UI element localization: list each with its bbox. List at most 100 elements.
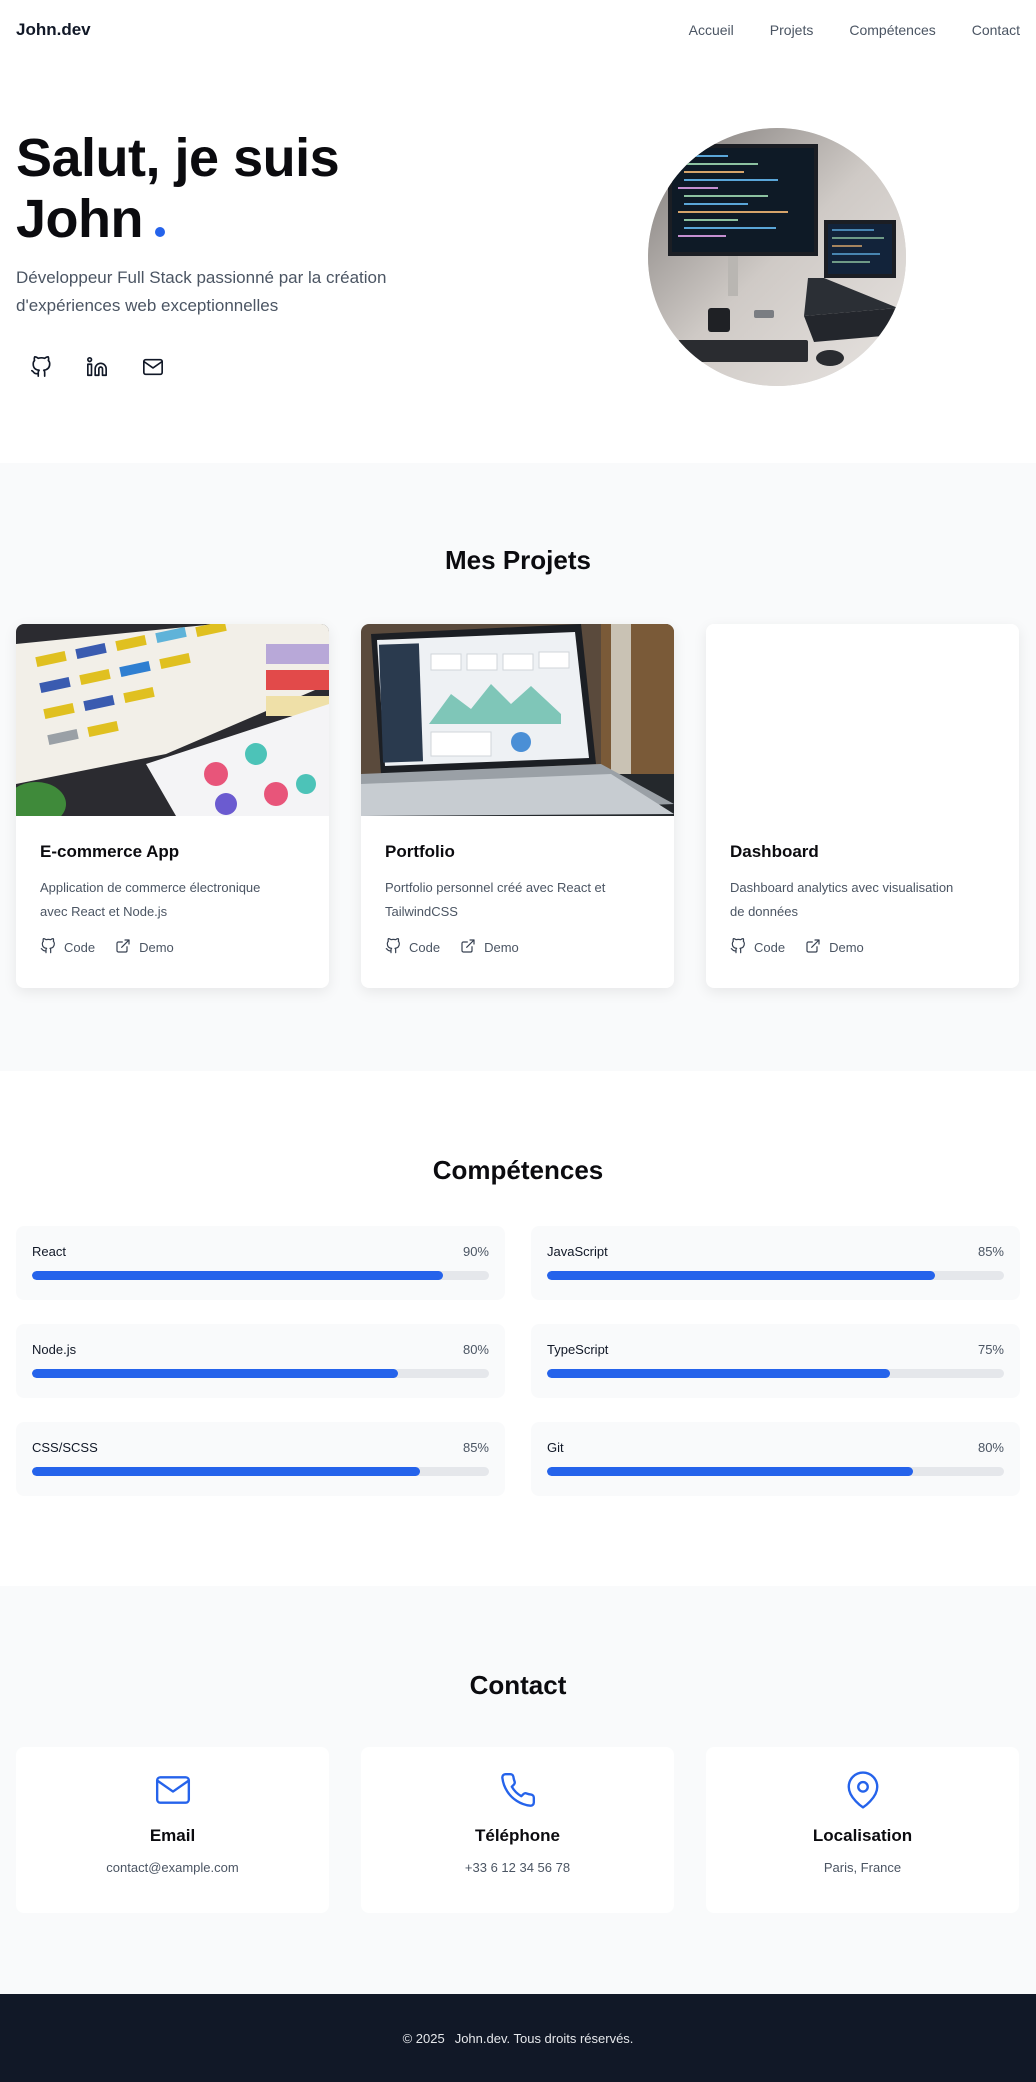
nav-link-competences[interactable]: Compétences	[849, 22, 935, 38]
external-link-icon	[460, 938, 476, 957]
skill-progress-fill	[32, 1467, 421, 1476]
hero-section: Salut, je suis John Développeur Full Sta…	[0, 60, 1036, 463]
code-link-label: Code	[754, 940, 786, 955]
skill-percent: 80%	[462, 1342, 489, 1357]
contact-card-title: Email	[149, 1826, 196, 1845]
project-image-ecommerce	[16, 624, 329, 816]
skill-name: React	[32, 1244, 66, 1259]
footer-copyright: © 2025	[402, 2030, 445, 2046]
code-link-label: Code	[409, 940, 441, 955]
projects-section: Mes Projets E-commerce App Application d…	[0, 463, 1036, 1071]
mail-icon[interactable]	[136, 350, 170, 384]
demo-link-label: Demo	[829, 940, 864, 955]
skill-item: Git 80%	[531, 1422, 1020, 1496]
project-title: E-commerce App	[40, 842, 180, 861]
project-card-dashboard[interactable]: Dashboard Dashboard analytics avec visua…	[706, 624, 1019, 988]
project-body: E-commerce App Application de commerce é…	[16, 816, 329, 957]
skill-item: React 90%	[16, 1226, 505, 1300]
skills-title: Compétences	[432, 1155, 604, 1185]
top-navigation: John.dev Accueil Projets Compétences Con…	[0, 0, 1036, 60]
skills-grid: React 90% JavaScript 85% Node.js 80% TypeSc…	[0, 1226, 1036, 1496]
project-code-link[interactable]: Code	[385, 938, 440, 957]
github-icon	[385, 938, 401, 957]
skill-progress-bar	[547, 1369, 1004, 1378]
project-links: Code Demo	[730, 938, 995, 957]
hero-subtitle: Développeur Full Stack passionné par la …	[16, 268, 387, 315]
skill-progress-bar	[547, 1467, 1004, 1476]
external-link-icon	[115, 938, 131, 957]
project-code-link[interactable]: Code	[40, 938, 95, 957]
project-body: Portfolio Portfolio personnel créé avec …	[361, 816, 674, 957]
skill-name: Node.js	[32, 1342, 77, 1357]
skills-section: Compétences React 90% JavaScript 85% Node.…	[0, 1071, 1036, 1586]
project-title: Dashboard	[730, 842, 819, 861]
nav-link-contact[interactable]: Contact	[972, 22, 1020, 38]
project-code-link[interactable]: Code	[730, 938, 785, 957]
site-logo[interactable]: John.dev	[16, 20, 91, 40]
project-links: Code Demo	[40, 938, 305, 957]
project-links: Code Demo	[385, 938, 650, 957]
project-cards: E-commerce App Application de commerce é…	[0, 624, 1036, 988]
project-image-dashboard	[706, 624, 1019, 816]
skill-progress-bar	[32, 1271, 489, 1280]
contact-card-value[interactable]: +33 6 12 34 56 78	[465, 1860, 570, 1875]
hero-text: Salut, je suis John Développeur Full Sta…	[16, 128, 456, 384]
external-link-icon	[805, 938, 821, 957]
contact-card-value[interactable]: contact@example.com	[106, 1860, 238, 1875]
project-demo-link[interactable]: Demo	[805, 938, 864, 957]
github-icon	[730, 938, 746, 957]
skill-item: Node.js 80%	[16, 1324, 505, 1398]
mail-icon	[154, 1771, 192, 1814]
skill-progress-bar	[32, 1369, 489, 1378]
projects-title: Mes Projets	[445, 545, 591, 575]
contact-card-phone[interactable]: Téléphone +33 6 12 34 56 78	[361, 1747, 674, 1913]
project-title: Portfolio	[385, 842, 455, 861]
contact-title: Contact	[469, 1670, 567, 1700]
skill-progress-fill	[547, 1369, 890, 1378]
social-links	[16, 350, 456, 384]
contact-card-email[interactable]: Email contact@example.com	[16, 1747, 329, 1913]
project-description: Dashboard analytics avec visualisation d…	[730, 880, 954, 919]
contact-card-title: Téléphone	[474, 1826, 560, 1845]
skill-item: TypeScript 75%	[531, 1324, 1020, 1398]
project-demo-link[interactable]: Demo	[115, 938, 174, 957]
footer-rights: John.dev. Tous droits réservés.	[454, 2030, 634, 2046]
skill-progress-bar	[547, 1271, 1004, 1280]
skill-name: CSS/SCSS	[32, 1440, 98, 1455]
skill-name: Git	[547, 1440, 564, 1455]
code-link-label: Code	[64, 940, 96, 955]
skill-name: JavaScript	[547, 1244, 608, 1259]
nav-link-accueil[interactable]: Accueil	[689, 22, 734, 38]
project-body: Dashboard Dashboard analytics avec visua…	[706, 816, 1019, 957]
footer: © 2025 John.dev. Tous droits réservés.	[0, 1994, 1036, 2082]
skill-percent: 75%	[977, 1342, 1004, 1357]
contact-card-value: Paris, France	[823, 1860, 902, 1875]
project-demo-link[interactable]: Demo	[460, 938, 519, 957]
skill-percent: 85%	[462, 1440, 489, 1455]
skill-item: JavaScript 85%	[531, 1226, 1020, 1300]
phone-icon	[499, 1771, 537, 1814]
skill-progress-fill	[547, 1467, 913, 1476]
hero-profile-image	[648, 128, 906, 386]
accent-dot	[155, 227, 165, 237]
skill-progress-fill	[32, 1369, 398, 1378]
skill-name: TypeScript	[547, 1342, 609, 1357]
nav-links: Accueil Projets Compétences Contact	[653, 22, 1020, 38]
contact-card-location[interactable]: Localisation Paris, France	[706, 1747, 1019, 1913]
skill-percent: 85%	[977, 1244, 1004, 1259]
skill-progress-bar	[32, 1467, 489, 1476]
project-card-ecommerce[interactable]: E-commerce App Application de commerce é…	[16, 624, 329, 988]
linkedin-icon[interactable]	[80, 350, 114, 384]
github-icon[interactable]	[24, 350, 58, 384]
demo-link-label: Demo	[139, 940, 174, 955]
contact-cards: Email contact@example.com Téléphone +33 …	[0, 1747, 1036, 1913]
project-description: Application de commerce électronique ave…	[40, 880, 261, 919]
hero-title-line2: John	[16, 189, 144, 249]
project-description: Portfolio personnel créé avec React et T…	[385, 880, 606, 919]
nav-link-projets[interactable]: Projets	[770, 22, 814, 38]
hero-title: Salut, je suis John	[16, 128, 456, 250]
project-card-portfolio[interactable]: Portfolio Portfolio personnel créé avec …	[361, 624, 674, 988]
contact-section: Contact Email contact@example.com Téléph…	[0, 1586, 1036, 1994]
skill-item: CSS/SCSS 85%	[16, 1422, 505, 1496]
skill-percent: 90%	[462, 1244, 489, 1259]
